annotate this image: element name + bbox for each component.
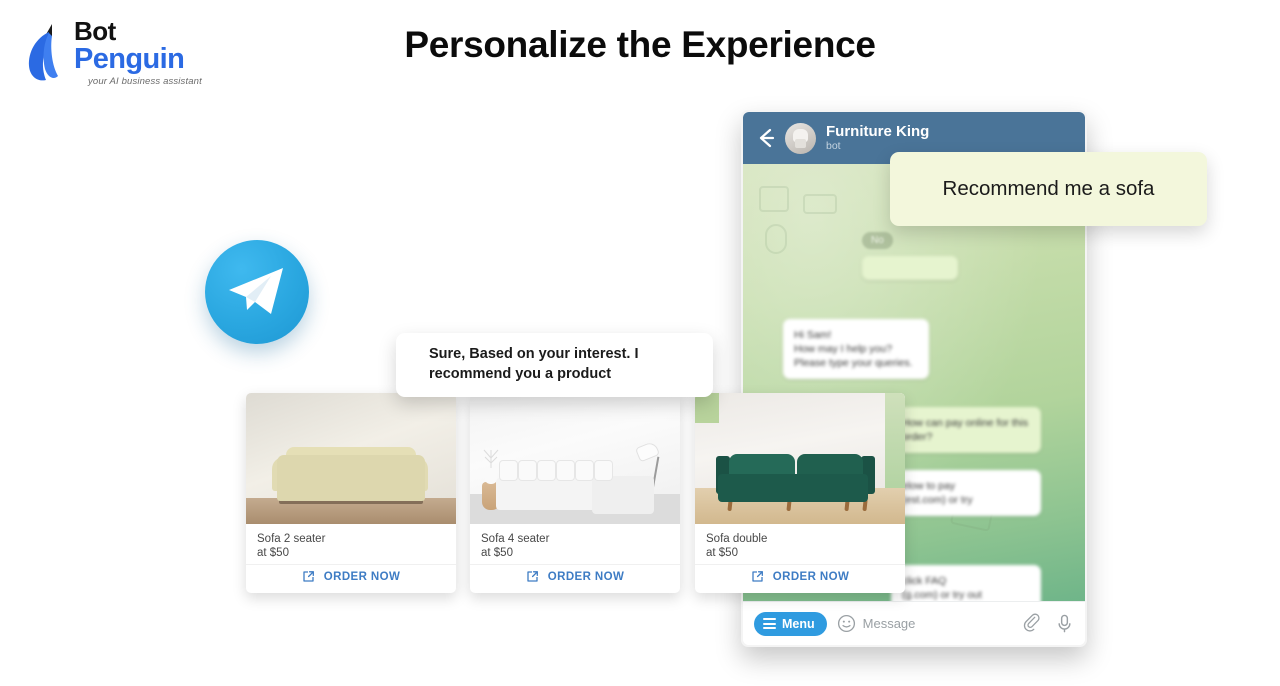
slide-canvas: Bot Penguin your AI business assistant P… <box>0 0 1280 686</box>
chat-bubble-text: How can pay online for this order? <box>902 417 1029 443</box>
chat-bubble-text: click FAQ (g.com) or try out <box>902 575 982 601</box>
chat-bubble-text: elow to pay (est.com) or try <box>902 480 973 506</box>
message-input[interactable]: Message <box>863 616 1010 631</box>
user-message-bubble: Recommend me a sofa <box>890 152 1207 226</box>
chat-bubble: How can pay online for this order? <box>891 407 1041 453</box>
wallpaper-doodle <box>803 194 837 214</box>
product-card[interactable]: Sofa double at $50 ORDER NOW <box>695 393 905 593</box>
product-price: at $50 <box>481 547 513 559</box>
external-link-icon <box>527 571 538 582</box>
product-card-body: Sofa 4 seater at $50 <box>470 524 680 560</box>
external-link-icon <box>303 571 314 582</box>
divider <box>470 564 680 565</box>
wallpaper-doodle <box>759 186 789 212</box>
order-now-label: ORDER NOW <box>323 570 401 583</box>
chat-bubble: elow to pay (est.com) or try <box>891 470 1041 516</box>
back-arrow-icon[interactable] <box>753 125 779 151</box>
chat-title: Furniture King <box>826 123 930 140</box>
product-name: Sofa 2 seater <box>257 533 326 545</box>
user-message-text: Recommend me a sofa <box>942 177 1155 200</box>
telegram-icon <box>205 240 309 344</box>
green-velvet-sofa-image <box>695 393 905 524</box>
cream-leather-sofa-image <box>246 393 456 524</box>
order-now-button[interactable]: ORDER NOW <box>470 570 680 583</box>
menu-button[interactable]: Menu <box>754 611 827 636</box>
product-name: Sofa 4 seater <box>481 533 550 545</box>
bot-response-text: Sure, Based on your interest. I recommen… <box>429 346 639 382</box>
divider <box>246 564 456 565</box>
order-now-label: ORDER NOW <box>772 570 850 583</box>
product-card[interactable]: Sofa 4 seater at $50 ORDER NOW <box>470 393 680 593</box>
microphone-icon[interactable] <box>1055 613 1074 634</box>
smiley-icon[interactable] <box>837 614 856 633</box>
divider <box>695 564 905 565</box>
order-now-label: ORDER NOW <box>547 570 625 583</box>
twigs-decor <box>483 449 499 470</box>
wallpaper-doodle <box>765 224 787 254</box>
chat-bubble-text: Hi Sam! How may I help you? Please type … <box>794 329 913 369</box>
date-divider: No <box>862 232 893 249</box>
product-card-body: Sofa double at $50 <box>695 524 905 560</box>
paperclip-icon[interactable] <box>1023 613 1042 634</box>
menu-button-label: Menu <box>782 616 815 631</box>
paper-plane-icon <box>229 268 283 314</box>
order-now-button[interactable]: ORDER NOW <box>246 570 456 583</box>
white-sectional-sofa-image <box>470 393 680 524</box>
product-price: at $50 <box>706 547 738 559</box>
chat-input-bar: Menu Message <box>743 601 1085 645</box>
order-now-button[interactable]: ORDER NOW <box>695 570 905 583</box>
chat-header-texts: Furniture King bot <box>826 123 929 153</box>
bot-response-bubble: Sure, Based on your interest. I recommen… <box>396 333 713 397</box>
product-card-body: Sofa 2 seater at $50 <box>246 524 456 560</box>
product-name: Sofa double <box>706 533 768 545</box>
product-card[interactable]: Sofa 2 seater at $50 ORDER NOW <box>246 393 456 593</box>
chat-bubble <box>862 256 958 280</box>
chat-bubble: click FAQ (g.com) or try out <box>891 565 1041 601</box>
chat-bubble: Hi Sam! How may I help you? Please type … <box>783 319 929 379</box>
avatar[interactable] <box>785 122 816 154</box>
external-link-icon <box>752 571 763 582</box>
product-price: at $50 <box>257 547 289 559</box>
logo-tagline: your AI business assistant <box>88 76 202 87</box>
page-title: Personalize the Experience <box>404 24 876 65</box>
hamburger-icon <box>763 618 776 629</box>
